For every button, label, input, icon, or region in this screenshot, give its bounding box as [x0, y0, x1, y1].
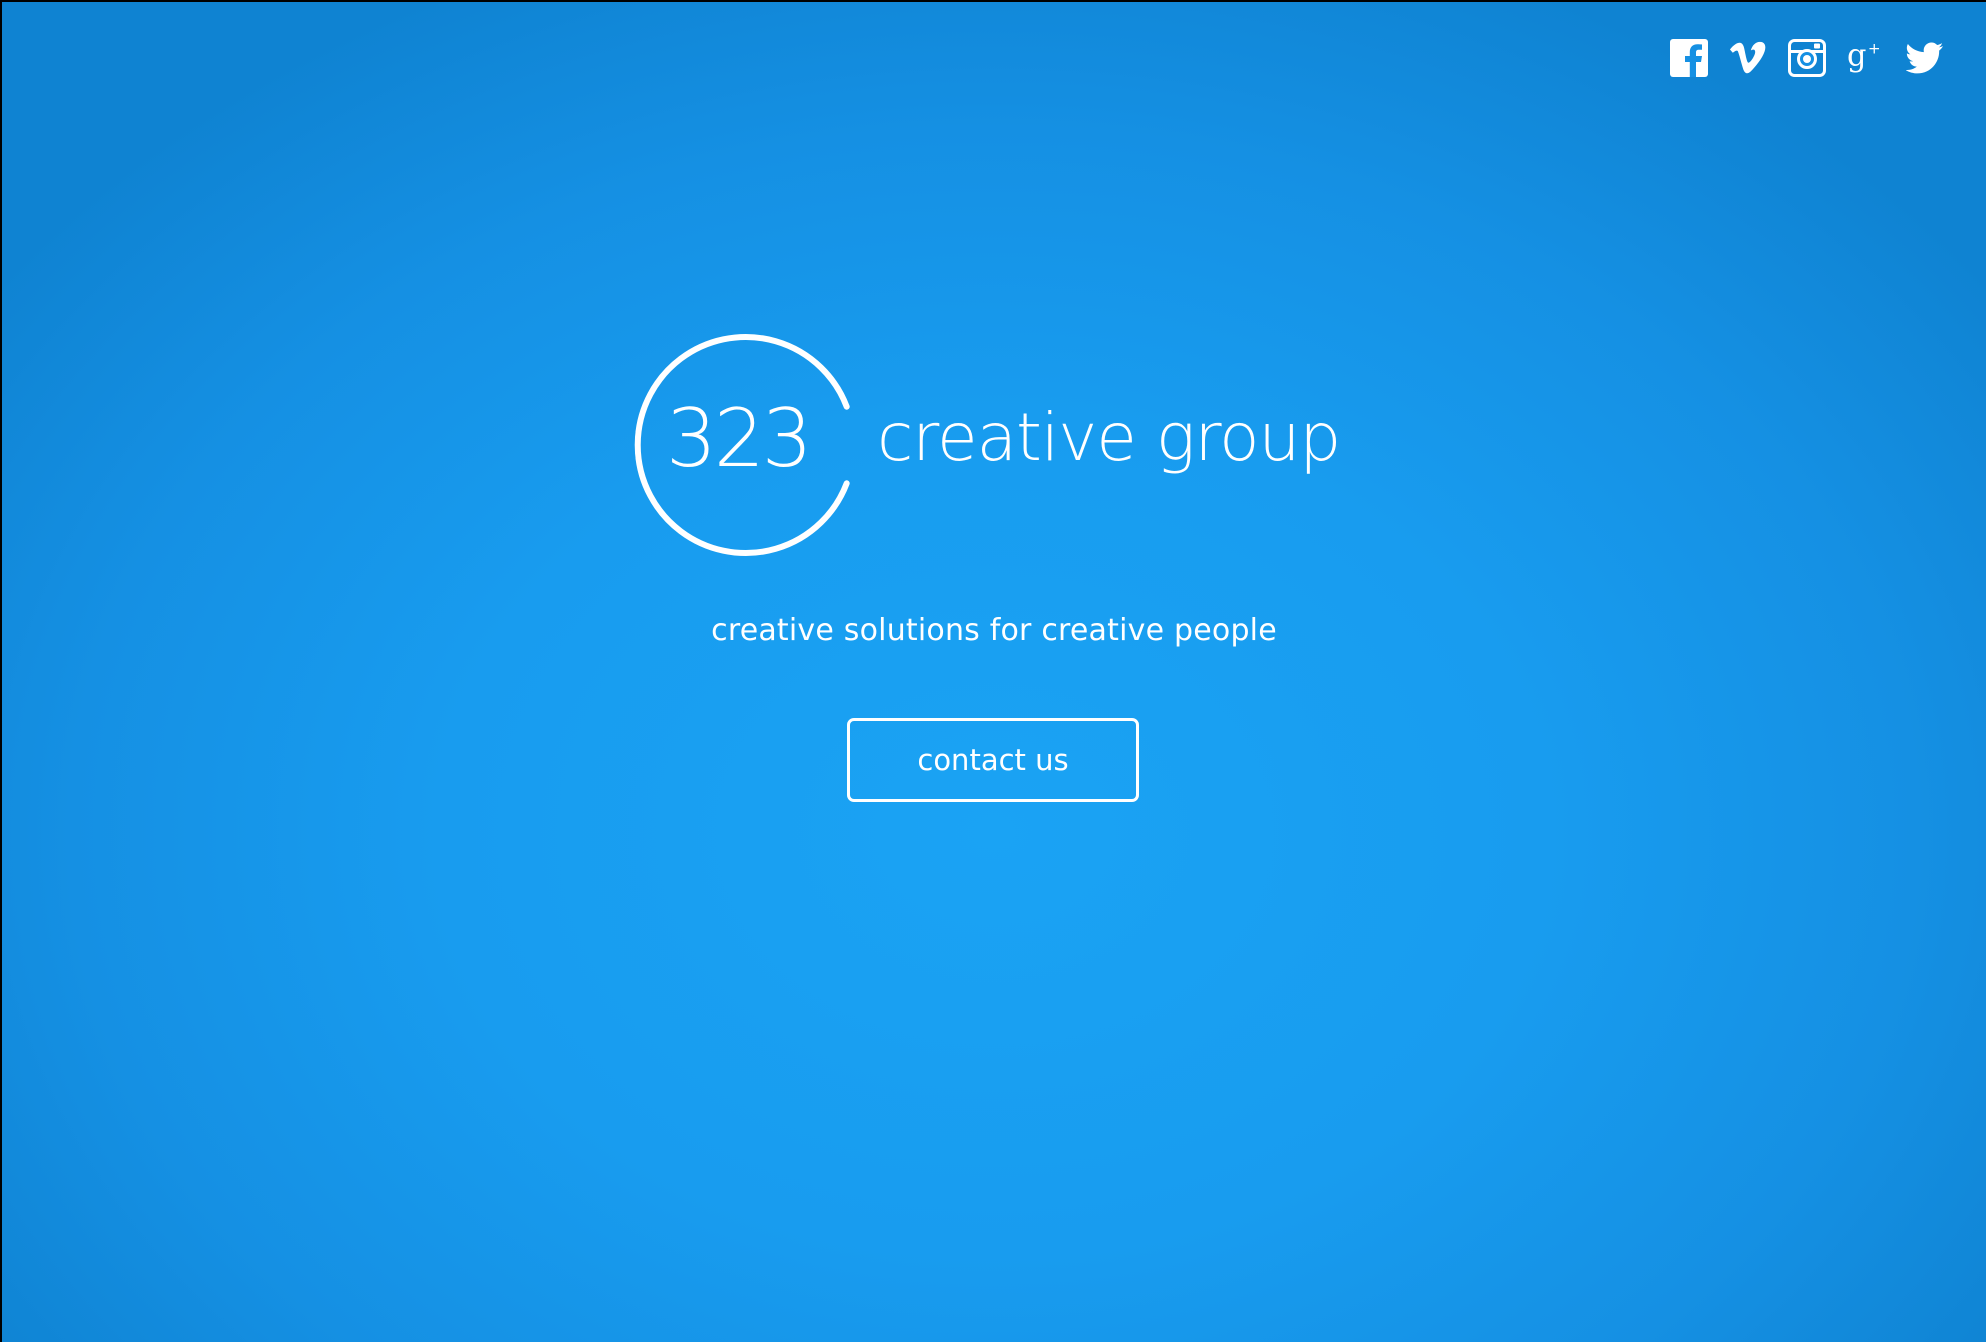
landing-page: g + 323 creative group creative solution…: [2, 2, 1986, 1342]
social-links-bar: g +: [1670, 36, 1944, 80]
svg-text:+: +: [1868, 39, 1881, 57]
vimeo-icon[interactable]: [1729, 36, 1767, 80]
facebook-icon[interactable]: [1670, 36, 1708, 80]
instagram-icon[interactable]: [1788, 36, 1826, 80]
svg-text:g: g: [1847, 39, 1866, 74]
google-plus-icon[interactable]: g +: [1847, 36, 1885, 80]
twitter-icon[interactable]: [1906, 36, 1944, 80]
logo-number: 323: [666, 392, 813, 485]
contact-us-button[interactable]: contact us: [847, 718, 1139, 802]
brand-name: creative group: [877, 399, 1341, 476]
brand-logo[interactable]: 323 creative group: [632, 333, 1362, 557]
tagline: creative solutions for creative people: [711, 613, 1277, 648]
